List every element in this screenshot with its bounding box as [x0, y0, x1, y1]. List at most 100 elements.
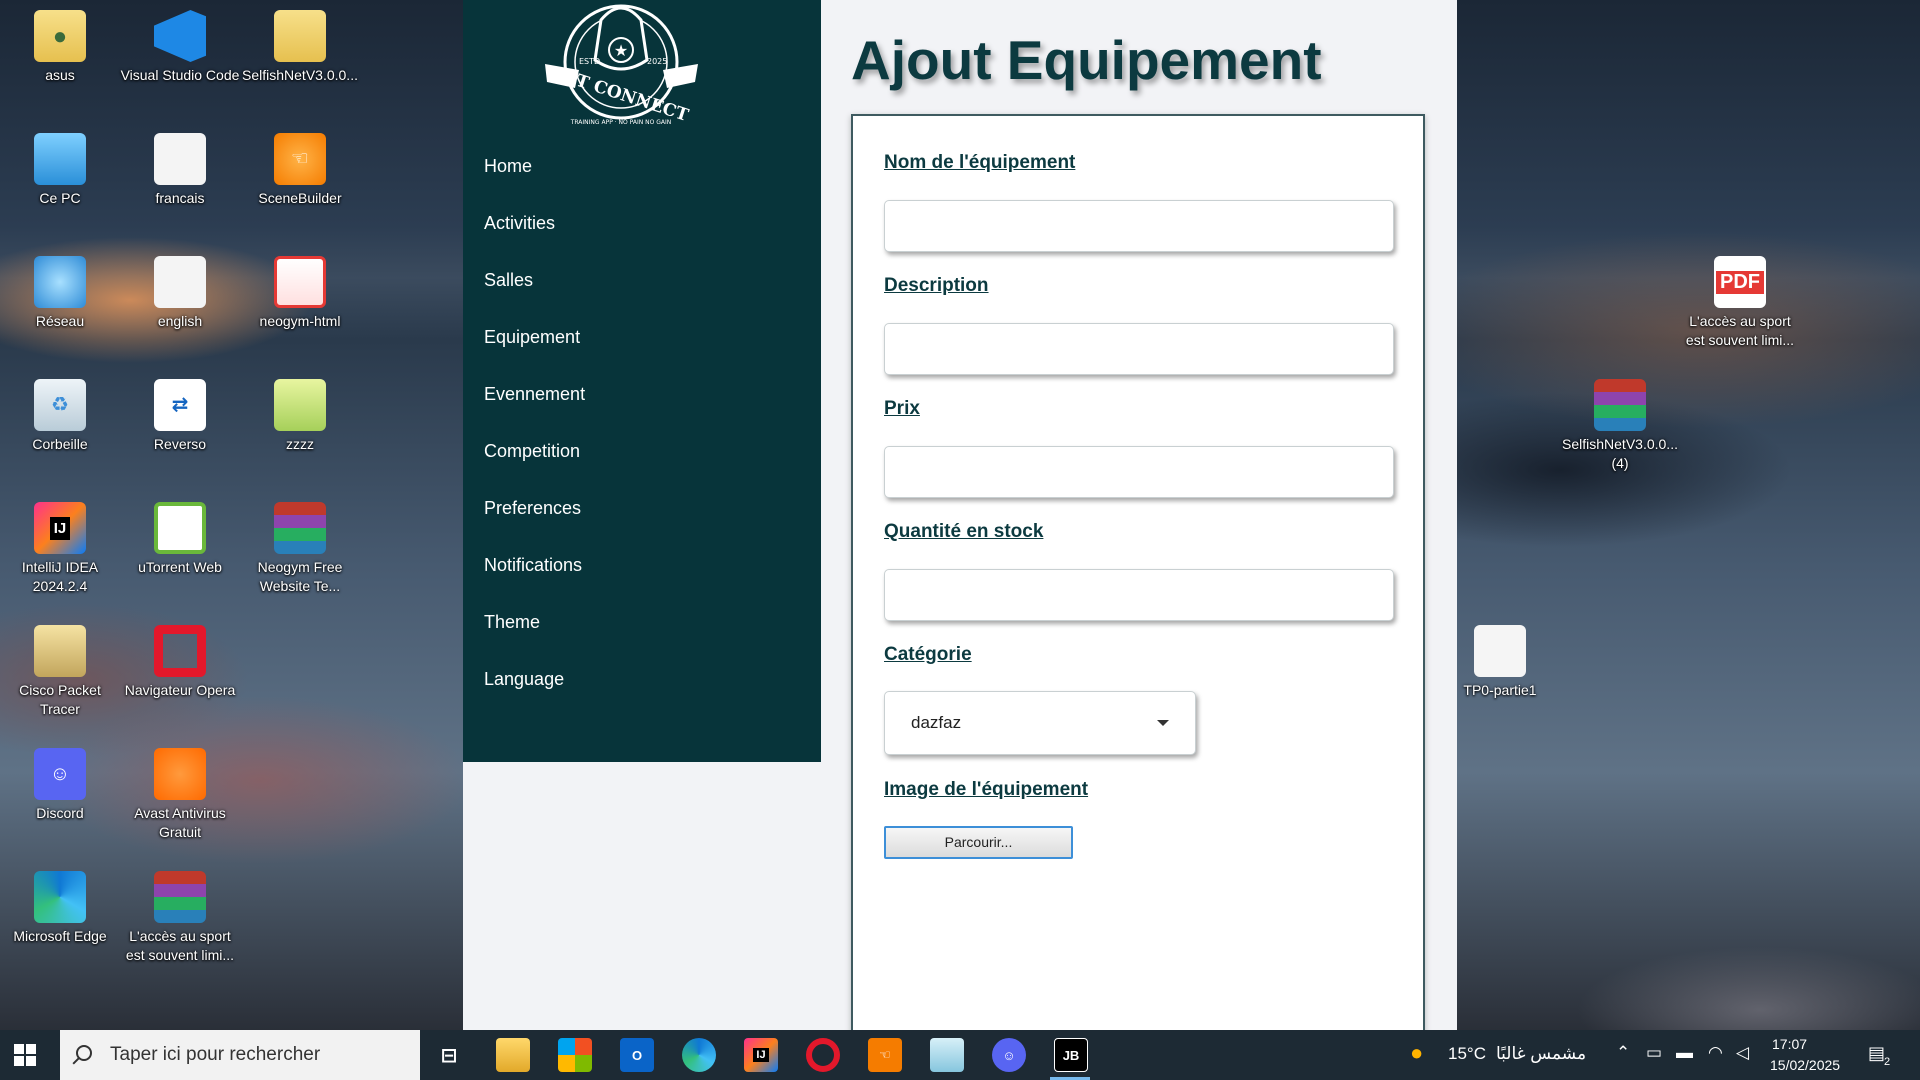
weather-description[interactable]: مشمس غالبًا	[1496, 1044, 1586, 1064]
recycle-bin-icon: ♻	[34, 379, 86, 431]
desktop-icon-acces-sport-rar[interactable]: L'accès au sport est souvent limi...	[120, 865, 240, 965]
browse-button[interactable]: Parcourir...	[884, 826, 1073, 859]
computer-icon	[34, 133, 86, 185]
desktop-icon-edge[interactable]: Microsoft Edge	[0, 865, 120, 946]
price-input[interactable]	[884, 446, 1394, 498]
start-button[interactable]	[14, 1044, 36, 1066]
desktop-icon-asus[interactable]: ● asus	[0, 4, 120, 85]
clock-time[interactable]: 17:07	[1772, 1036, 1807, 1052]
avast-icon	[154, 748, 206, 800]
stock-input[interactable]	[884, 569, 1394, 621]
winrar-icon	[154, 871, 206, 923]
desktop-icon-label: Corbeille	[32, 436, 88, 452]
desktop-icon-label: english	[157, 313, 203, 329]
desktop-icon-intellij[interactable]: IJ IntelliJ IDEA 2024.2.4	[0, 496, 120, 596]
nav-competition[interactable]: Competition	[484, 441, 580, 462]
edge-icon[interactable]	[682, 1038, 716, 1072]
logo-est-text: ESTD	[579, 57, 600, 66]
search-icon	[76, 1045, 92, 1061]
logo-year-text: 2025	[647, 57, 667, 66]
desktop-icon-label: neogym-html	[259, 313, 341, 329]
nav-language[interactable]: Language	[484, 669, 564, 690]
category-label: Catégorie	[884, 644, 972, 665]
desktop-icon-label: Ce PC	[39, 190, 81, 206]
desktop-icon-label: Neogym Free Website Te...	[257, 559, 343, 594]
scenebuilder-icon: ☜	[274, 133, 326, 185]
desktop-icon-label: francais	[155, 190, 205, 206]
nav-theme[interactable]: Theme	[484, 612, 540, 633]
file-explorer-icon[interactable]	[496, 1038, 530, 1072]
nav-salles[interactable]: Salles	[484, 270, 533, 291]
nav-activities[interactable]: Activities	[484, 213, 555, 234]
task-view-icon[interactable]: ⊟	[432, 1038, 466, 1072]
winrar-icon	[274, 502, 326, 554]
desktop-icon-francais[interactable]: francais	[120, 127, 240, 208]
microsoft-store-icon[interactable]	[558, 1038, 592, 1072]
battery-icon[interactable]: ▬	[1676, 1043, 1693, 1063]
scenebuilder-icon[interactable]: ☜	[868, 1038, 902, 1072]
intellij-icon[interactable]: IJ	[744, 1038, 778, 1072]
desktop-icon-acces-sport-pdf[interactable]: PDF L'accès au sport est souvent limi...	[1680, 250, 1800, 350]
desktop-icon-label: asus	[45, 67, 75, 83]
name-input[interactable]	[884, 200, 1394, 252]
description-label: Description	[884, 275, 989, 296]
desktop-icon-selfishnet-rar[interactable]: SelfishNetV3.0.0... (4)	[1560, 373, 1680, 473]
nav-notifications[interactable]: Notifications	[484, 555, 582, 576]
edge-icon	[34, 871, 86, 923]
opera-icon[interactable]	[806, 1038, 840, 1072]
desktop-icon-scenebuilder[interactable]: ☜ SceneBuilder	[240, 127, 360, 208]
nav-evennement[interactable]: Evennement	[484, 384, 585, 405]
chevron-up-icon[interactable]: ⌃	[1616, 1043, 1630, 1063]
desktop-icon-label: Cisco Packet Tracer	[19, 682, 101, 717]
nav-home[interactable]: Home	[484, 156, 532, 177]
jetbrains-icon[interactable]: JB	[1054, 1038, 1088, 1072]
desktop-icon-reverso[interactable]: ⇄ Reverso	[120, 373, 240, 454]
desktop-icon-zzzz[interactable]: zzzz	[240, 373, 360, 454]
volume-icon[interactable]: ◁	[1736, 1043, 1749, 1063]
desktop-icon-vscode[interactable]: Visual Studio Code	[120, 4, 240, 85]
desktop-icon-cisco[interactable]: Cisco Packet Tracer	[0, 619, 120, 719]
desktop-icon-label: Visual Studio Code	[120, 67, 240, 83]
meet-icon[interactable]: ▭	[1646, 1043, 1662, 1063]
desktop-icon-neogym-html[interactable]: neogym-html	[240, 250, 360, 331]
desktop-icon-label: Navigateur Opera	[124, 682, 236, 698]
wifi-icon[interactable]: ◠	[1708, 1043, 1723, 1063]
desktop-icon-reseau[interactable]: Réseau	[0, 250, 120, 331]
weather-icon[interactable]: ●	[1410, 1040, 1423, 1066]
chevron-down-icon	[1157, 720, 1169, 726]
stock-label: Quantité en stock	[884, 521, 1044, 542]
desktop-icon-english[interactable]: english	[120, 250, 240, 331]
svg-text:★: ★	[614, 41, 628, 60]
desktop-icon-opera[interactable]: Navigateur Opera	[120, 619, 240, 700]
outlook-icon[interactable]: O	[620, 1038, 654, 1072]
reverso-icon: ⇄	[154, 379, 206, 431]
desktop-icon-label: L'accès au sport est souvent limi...	[1685, 313, 1795, 348]
desktop-icon-tp0[interactable]: TP0-partie1	[1440, 619, 1560, 700]
notification-center-icon[interactable]: ▤	[1868, 1043, 1885, 1064]
desktop-icon-label: uTorrent Web	[138, 559, 222, 575]
nav-preferences[interactable]: Preferences	[484, 498, 581, 519]
desktop-icon-label: Microsoft Edge	[13, 928, 107, 944]
discord-icon[interactable]: ☺	[992, 1038, 1026, 1072]
nav-equipement[interactable]: Equipement	[484, 327, 580, 348]
main-content: Ajout Equipement Nom de l'équipement Des…	[821, 0, 1457, 1044]
desktop-icon-corbeille[interactable]: ♻ Corbeille	[0, 373, 120, 454]
file-icon	[154, 133, 206, 185]
description-input[interactable]	[884, 323, 1394, 375]
winrar-icon	[1594, 379, 1646, 431]
page-title: Ajout Equipement	[851, 29, 1322, 91]
discord-icon: ☺	[34, 748, 86, 800]
notepad-icon[interactable]	[930, 1038, 964, 1072]
folder-icon	[274, 379, 326, 431]
taskbar-search[interactable]: Taper ici pour rechercher	[60, 1030, 420, 1080]
desktop-icon-ce-pc[interactable]: Ce PC	[0, 127, 120, 208]
weather-temperature[interactable]: 15°C	[1448, 1044, 1486, 1064]
desktop-icon-discord[interactable]: ☺ Discord	[0, 742, 120, 823]
desktop-icon-selfishnet-folder[interactable]: SelfishNetV3.0.0...	[240, 4, 360, 85]
category-select[interactable]: dazfaz	[884, 691, 1196, 755]
desktop-icon-neogym-rar[interactable]: Neogym Free Website Te...	[240, 496, 360, 596]
desktop-icon-avast[interactable]: Avast Antivirus Gratuit	[120, 742, 240, 842]
clock-date[interactable]: 15/02/2025	[1770, 1057, 1840, 1073]
desktop-icon-label: L'accès au sport est souvent limi...	[125, 928, 235, 963]
desktop-icon-utorrent[interactable]: µ uTorrent Web	[120, 496, 240, 577]
